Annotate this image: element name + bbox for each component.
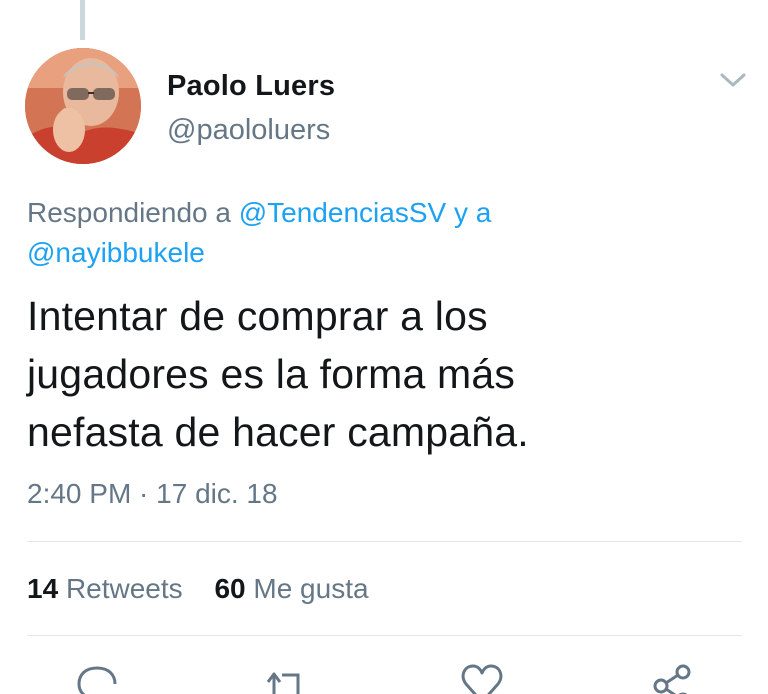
reply-prefix: Respondiendo a: [27, 197, 231, 228]
author-handle[interactable]: @paololuers: [167, 114, 330, 147]
mention-link-tendenciassv[interactable]: @TendenciasSV: [239, 197, 446, 228]
tweet-timestamp[interactable]: 2:40 PM · 17 dic. 18: [27, 478, 278, 510]
tweet-detail: Paolo Luers @paololuers Respondiendo a @…: [0, 0, 768, 694]
divider: [27, 541, 742, 542]
heart-icon: [461, 664, 503, 694]
reply-icon: [77, 666, 117, 694]
likes-label: Me gusta: [253, 573, 369, 604]
reply-button[interactable]: [73, 662, 121, 694]
chevron-down-icon[interactable]: [718, 68, 748, 92]
likes-stat[interactable]: 60 Me gusta: [214, 573, 368, 604]
avatar[interactable]: [25, 48, 141, 164]
tweet-text-line: nefasta de hacer campaña.: [27, 409, 529, 455]
retweets-stat[interactable]: 14 Retweets: [27, 573, 183, 604]
tweet-text: Intentar de comprar a los jugadores es l…: [27, 287, 747, 461]
retweets-count: 14: [27, 573, 59, 604]
reply-connector: y a: [453, 197, 492, 228]
retweets-label: Retweets: [65, 573, 183, 604]
retweet-icon: [266, 672, 300, 694]
retweet-button[interactable]: [262, 662, 310, 694]
person-photo-icon: [25, 48, 141, 164]
mention-link-nayibbukele[interactable]: @nayibbukele: [27, 237, 205, 268]
like-button[interactable]: [458, 662, 506, 694]
thread-connector-line: [80, 0, 85, 40]
engagement-stats: 14 Retweets 60 Me gusta: [27, 573, 393, 605]
likes-count: 60: [214, 573, 246, 604]
share-button[interactable]: [648, 662, 696, 694]
author-name[interactable]: Paolo Luers: [167, 70, 335, 103]
tweet-text-line: jugadores es la forma más: [27, 351, 516, 397]
share-icon: [653, 664, 691, 694]
tweet-text-line: Intentar de comprar a los: [27, 293, 488, 339]
reply-context: Respondiendo a @TendenciasSV y a @nayibb…: [27, 193, 727, 273]
divider: [27, 635, 742, 636]
